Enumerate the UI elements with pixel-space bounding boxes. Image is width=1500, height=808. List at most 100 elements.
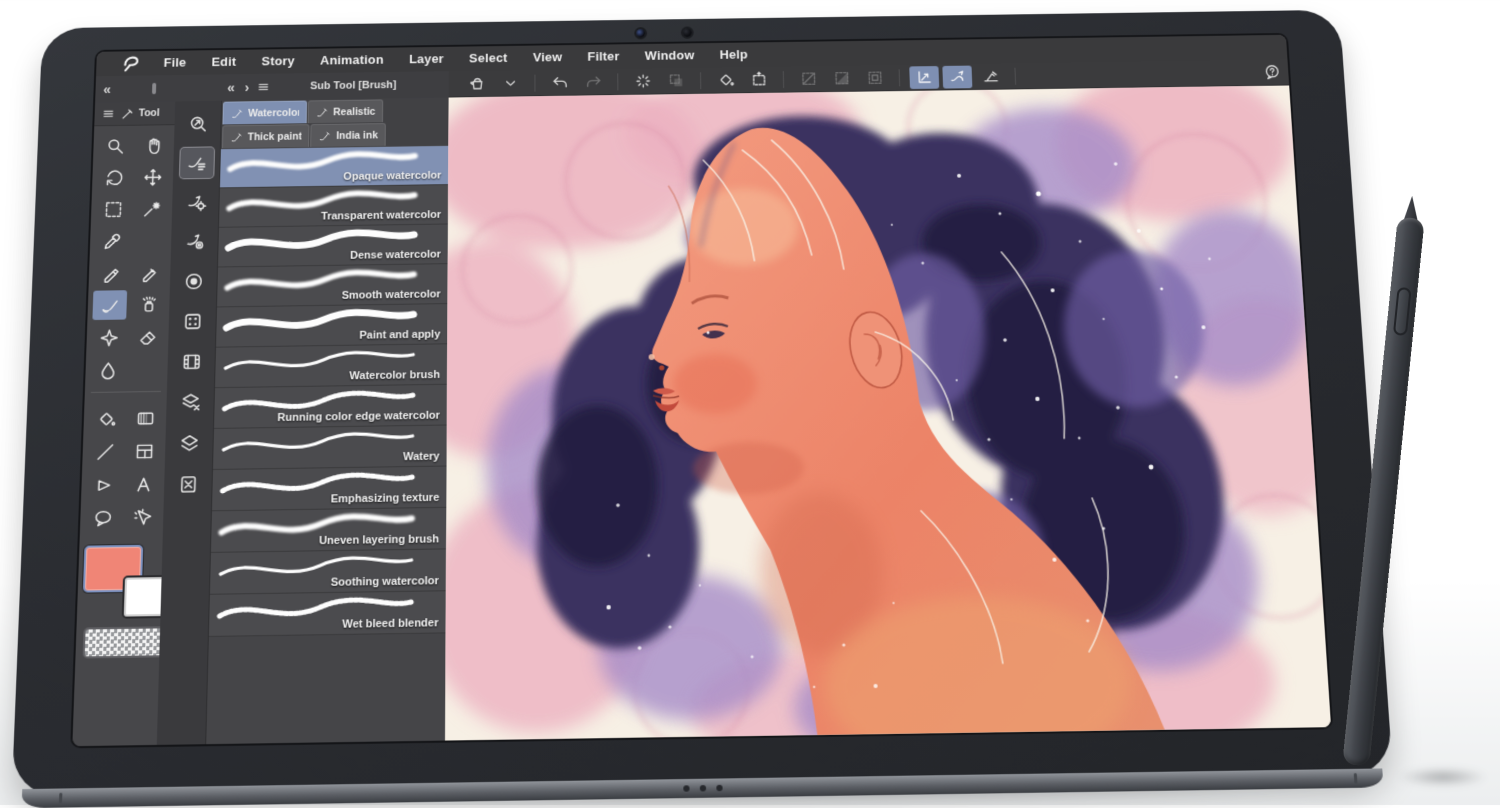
layers-button[interactable] [171,427,206,460]
brush-name: Wet bleed blender [342,617,439,631]
brush-item-dense-watercolor[interactable]: Dense watercolor [218,224,448,267]
tab-watercolor[interactable]: Watercolor [222,101,307,125]
undo-button[interactable] [545,71,574,94]
tool-line[interactable] [87,436,122,467]
menu-item-select[interactable]: Select [456,46,520,71]
tool-blend[interactable] [90,355,125,385]
tool-pen[interactable] [94,258,129,288]
tool-fill[interactable] [88,403,123,433]
tool-palette-title-bar[interactable]: Tool [94,101,175,126]
subtool-panel-title: Sub Tool [Brush] [272,79,449,93]
tool-eyedropper[interactable] [95,226,130,256]
brush-item-transparent-watercolor[interactable]: Transparent watercolor [219,185,448,228]
subtool-forward-button[interactable]: › [239,74,254,101]
tool-zoom[interactable] [98,131,132,160]
save-button[interactable] [462,72,491,95]
tool-text[interactable] [125,469,160,500]
tool-eraser[interactable] [130,322,165,352]
canvas-artwork[interactable] [445,85,1331,740]
tool-palette-menu-icon[interactable] [100,106,116,121]
tab-thick-paint[interactable]: Thick paint [222,124,310,148]
tool-polyline[interactable] [86,469,121,500]
tool-decoration[interactable] [91,322,126,352]
tool-move[interactable] [135,162,169,191]
brush-pen-icon [318,129,332,143]
correction-button[interactable] [177,226,211,257]
navigator-zoom-button[interactable] [180,108,214,139]
tool-balloon[interactable] [85,503,120,534]
tool-gradient[interactable] [128,403,163,433]
brush-item-soothing-watercolor[interactable]: Soothing watercolor [210,549,446,594]
toolbar-separator [783,71,784,88]
pogo-pin [700,785,706,791]
reselect-button[interactable] [661,69,691,92]
materials-button[interactable] [173,386,208,418]
brush-settings-button[interactable] [179,147,213,178]
menu-item-view[interactable]: View [520,45,575,70]
tool-selection[interactable] [96,194,130,223]
brush-item-running-color-edge-watercolor[interactable]: Running color edge watercolor [214,385,447,429]
fill-button[interactable] [711,68,741,91]
tool-palette-header-strip: « [95,74,223,103]
snap-to-ruler-button[interactable] [909,66,939,89]
brush-item-smooth-watercolor[interactable]: Smooth watercolor [217,264,448,307]
tools-grid-bottom [80,397,167,536]
snap-to-special-ruler-button[interactable] [975,65,1005,88]
color-set-button[interactable] [175,306,210,338]
brush-item-uneven-layering-brush[interactable]: Uneven layering brush [211,508,446,553]
palette-scroll-thumb[interactable] [152,83,156,94]
selection-frame-button[interactable] [860,66,890,89]
tool-hand[interactable] [136,131,170,160]
modify-tool-button[interactable] [178,187,212,218]
collapse-palette-button[interactable]: « [95,76,119,103]
menu-item-help[interactable]: Help [707,42,761,67]
subtool-back-button[interactable]: « [222,74,240,101]
brush-pen-icon [230,130,244,144]
tab-india-ink[interactable]: India ink [311,123,386,147]
brush-name: Dense watercolor [350,249,441,262]
brush-name: Watery [403,451,440,464]
brush-item-paint-and-apply[interactable]: Paint and apply [216,304,447,348]
tool-auto-select[interactable] [134,194,168,223]
deselect-button[interactable] [628,70,657,93]
close-canvas-button[interactable] [170,468,205,501]
timeline-button[interactable] [174,346,209,378]
snap-to-curve-button[interactable] [942,65,972,88]
selection-line-button[interactable] [793,67,823,90]
brush-item-opaque-watercolor[interactable]: Opaque watercolor [220,146,448,188]
redo-button[interactable] [578,70,607,93]
menu-item-edit[interactable]: Edit [199,50,250,75]
brush-item-wet-bleed-blender[interactable]: Wet bleed blender [209,591,446,637]
tool-pencil[interactable] [132,258,167,288]
menu-item-layer[interactable]: Layer [396,47,456,72]
brush-name: Emphasizing texture [331,492,440,506]
tool-object[interactable] [124,502,159,533]
brush-name: Running color edge watercolor [277,410,440,424]
menu-item-animation[interactable]: Animation [307,48,396,74]
menu-item-story[interactable]: Story [249,49,308,74]
tool-brush[interactable] [92,290,127,320]
tab-realistic[interactable]: Realistic [308,99,384,123]
brush-item-emphasizing-texture[interactable]: Emphasizing texture [212,467,447,512]
subtool-menu-icon[interactable] [256,79,272,94]
menu-item-window[interactable]: Window [632,43,707,68]
record-button[interactable] [176,266,211,298]
brush-item-watery[interactable]: Watery [213,426,447,470]
help-button[interactable] [1256,61,1287,84]
menu-item-filter[interactable]: Filter [575,44,633,69]
transform-button[interactable] [744,68,774,91]
brush-stroke-preview [217,428,418,457]
tool-empty-cell [129,354,164,384]
selection-area-button[interactable] [827,67,857,90]
tool-airbrush[interactable] [131,290,166,320]
tool-rotate[interactable] [97,163,131,192]
transparent-color-swatch[interactable] [83,626,166,658]
tool-frame-border[interactable] [127,436,162,467]
clip-studio-logo-icon[interactable] [119,53,141,74]
brush-item-watercolor-brush[interactable]: Watercolor brush [215,344,447,388]
toolbar-separator [534,74,535,91]
stylus-floor-shadow [1398,768,1488,786]
pogo-pin [716,785,722,791]
menu-item-file[interactable]: File [151,50,200,75]
save-options-button[interactable] [495,71,524,94]
